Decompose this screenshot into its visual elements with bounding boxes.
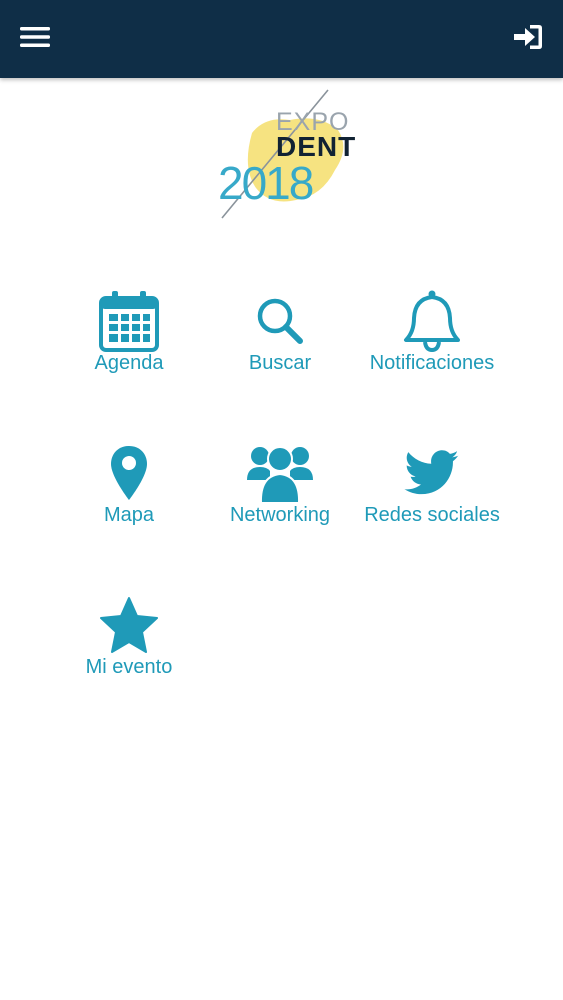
- grid-item-redes-sociales[interactable]: Redes sociales: [347, 440, 517, 550]
- top-app-bar: [0, 0, 563, 78]
- grid-item-networking[interactable]: Networking: [195, 440, 365, 550]
- grid-item-label: Agenda: [94, 352, 164, 374]
- grid-item-label: Redes sociales: [364, 504, 500, 526]
- grid-item-buscar[interactable]: Buscar: [195, 288, 365, 398]
- grid-item-label: Notificaciones: [369, 352, 495, 374]
- sign-in-icon[interactable]: [507, 18, 549, 56]
- expodent-logo: EXPO DENT 2018: [210, 88, 355, 223]
- users-icon: [246, 440, 314, 506]
- grid-item-label: Mi evento: [85, 656, 173, 678]
- grid-item-label: Networking: [229, 504, 331, 526]
- grid-item-notificaciones[interactable]: Notificaciones: [347, 288, 517, 398]
- grid-item-mi-evento[interactable]: Mi evento: [44, 592, 214, 702]
- logo-year-text: 2018: [218, 157, 314, 209]
- hamburger-menu-icon[interactable]: [14, 18, 56, 56]
- search-icon: [246, 288, 314, 354]
- grid-item-label: Mapa: [103, 504, 155, 526]
- twitter-icon: [398, 440, 466, 506]
- calendar-icon: [95, 288, 163, 354]
- grid-item-label: Buscar: [248, 352, 312, 374]
- grid-item-mapa[interactable]: Mapa: [44, 440, 214, 550]
- bell-icon: [398, 288, 466, 354]
- star-icon: [95, 592, 163, 658]
- map-pin-icon: [95, 440, 163, 506]
- grid-item-agenda[interactable]: Agenda: [44, 288, 214, 398]
